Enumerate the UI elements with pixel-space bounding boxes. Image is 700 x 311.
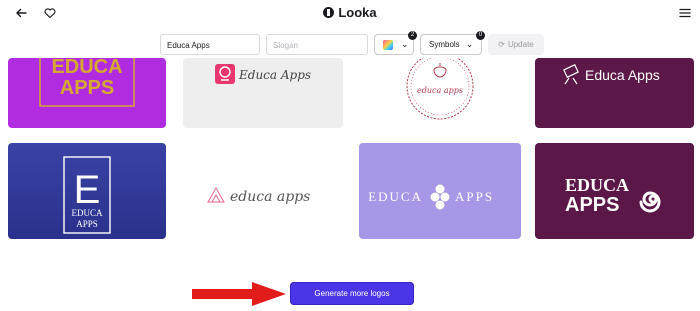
logo-option[interactable]: educa apps: [359, 58, 521, 128]
logo-8-artwork: EDUCA APPS: [565, 175, 661, 216]
hamburger-menu-icon: [679, 8, 691, 18]
logo-option[interactable]: Educa Apps: [535, 58, 694, 128]
colors-dropdown[interactable]: ⌄ 2: [374, 31, 417, 55]
logo-5-line1: EDUCA: [72, 208, 103, 218]
color-palette-icon: [383, 39, 393, 50]
triangle-icon: [207, 186, 225, 203]
logo-option[interactable]: Educa Apps: [183, 58, 343, 128]
top-bar: Looka: [0, 0, 700, 26]
logo-option[interactable]: EDUCA APPS: [359, 143, 521, 239]
symbols-count-badge: 0: [476, 31, 485, 40]
cluster-dots-icon: [430, 184, 450, 210]
logo-1-line2: APPS: [60, 77, 114, 99]
logo-7-left: EDUCA: [368, 189, 423, 204]
brand-logo[interactable]: Looka: [0, 5, 700, 20]
update-button[interactable]: ⟳ Update: [488, 34, 544, 55]
logo-5-line2: APPS: [76, 219, 98, 229]
chevron-down-icon: ⌄: [401, 39, 409, 49]
logo-2-artwork: Educa Apps: [215, 64, 311, 84]
logo-option[interactable]: EDUCA APPS: [8, 58, 166, 128]
generate-more-logos-button[interactable]: Generate more logos: [290, 282, 414, 305]
logo-option[interactable]: E EDUCA APPS: [8, 143, 166, 239]
update-label: Update: [507, 40, 534, 49]
logo-3-artwork: educa apps: [406, 58, 474, 120]
symbols-dropdown[interactable]: Symbols ⌄ 0: [420, 31, 485, 55]
logo-option[interactable]: EDUCA APPS: [535, 143, 694, 239]
logo-option[interactable]: educa apps: [183, 143, 343, 239]
telescope-icon: [563, 64, 579, 78]
logo-5-artwork: E EDUCA APPS: [63, 156, 111, 234]
slogan-field[interactable]: Slogan: [266, 34, 368, 55]
logo-1-line1: EDUCA: [51, 58, 122, 78]
menu-button[interactable]: [676, 4, 694, 22]
logo-6-artwork: educa apps: [207, 186, 310, 205]
spiral-icon: [639, 191, 661, 213]
brand-name: Looka: [338, 5, 377, 20]
logo-7-right: APPS: [455, 189, 494, 204]
logo-2-text: Educa Apps: [238, 68, 311, 82]
logo-4-text: Educa Apps: [585, 67, 660, 83]
logo-5-letter: E: [74, 168, 101, 212]
company-name-field[interactable]: Educa Apps: [160, 34, 260, 55]
logo-8-line1: EDUCA: [565, 175, 629, 195]
looka-icon: [323, 7, 335, 18]
chevron-down-icon: ⌄: [465, 39, 474, 49]
logo-8-line2: APPS: [565, 194, 619, 216]
apple-icon: [433, 66, 447, 78]
logo-7-artwork: EDUCA APPS: [368, 184, 494, 210]
editor-toolbar: Educa Apps Slogan ⌄ 2 Symbols ⌄ 0 ⟳ Upda…: [0, 31, 700, 56]
symbols-label: Symbols: [429, 40, 460, 49]
refresh-icon: ⟳: [498, 40, 505, 49]
pointer-arrow-icon: [192, 282, 286, 306]
logo-3-text: educa apps: [417, 86, 463, 95]
logo-4-artwork: Educa Apps: [563, 64, 660, 85]
colors-count-badge: 2: [408, 31, 417, 40]
logo-1-artwork: EDUCA APPS: [39, 58, 135, 107]
logo-6-text: educa apps: [230, 189, 310, 205]
